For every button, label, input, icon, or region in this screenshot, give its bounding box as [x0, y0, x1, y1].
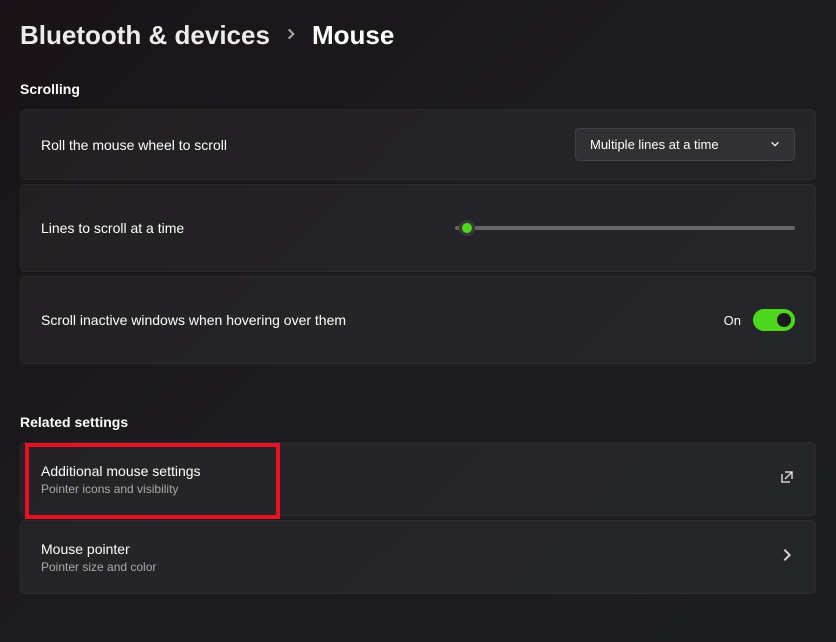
roll-wheel-label: Roll the mouse wheel to scroll	[41, 137, 227, 153]
related-section-header: Related settings	[20, 414, 816, 430]
inactive-windows-setting: Scroll inactive windows when hovering ov…	[20, 276, 816, 364]
roll-wheel-dropdown[interactable]: Multiple lines at a time	[575, 128, 795, 161]
chevron-right-icon	[284, 25, 298, 46]
lines-slider[interactable]	[455, 226, 795, 230]
external-link-icon	[779, 469, 795, 490]
slider-thumb[interactable]	[459, 220, 475, 236]
mouse-pointer-subtitle: Pointer size and color	[41, 560, 156, 574]
lines-to-scroll-setting: Lines to scroll at a time	[20, 184, 816, 272]
chevron-down-icon	[770, 137, 780, 152]
inactive-windows-toggle[interactable]	[753, 309, 795, 331]
toggle-state-label: On	[724, 313, 741, 328]
additional-mouse-title: Additional mouse settings	[41, 463, 201, 479]
breadcrumb-parent[interactable]: Bluetooth & devices	[20, 20, 270, 51]
chevron-right-icon	[779, 547, 795, 568]
inactive-windows-label: Scroll inactive windows when hovering ov…	[41, 312, 346, 328]
breadcrumb-current: Mouse	[312, 20, 394, 51]
mouse-pointer-link[interactable]: Mouse pointer Pointer size and color	[20, 520, 816, 594]
scrolling-section-header: Scrolling	[20, 81, 816, 97]
additional-mouse-settings-link[interactable]: Additional mouse settings Pointer icons …	[20, 442, 816, 516]
additional-mouse-subtitle: Pointer icons and visibility	[41, 482, 201, 496]
dropdown-value: Multiple lines at a time	[590, 137, 719, 152]
roll-wheel-setting: Roll the mouse wheel to scroll Multiple …	[20, 109, 816, 180]
breadcrumb: Bluetooth & devices Mouse	[20, 20, 816, 51]
toggle-container: On	[724, 309, 795, 331]
mouse-pointer-title: Mouse pointer	[41, 541, 156, 557]
lines-to-scroll-label: Lines to scroll at a time	[41, 220, 184, 236]
